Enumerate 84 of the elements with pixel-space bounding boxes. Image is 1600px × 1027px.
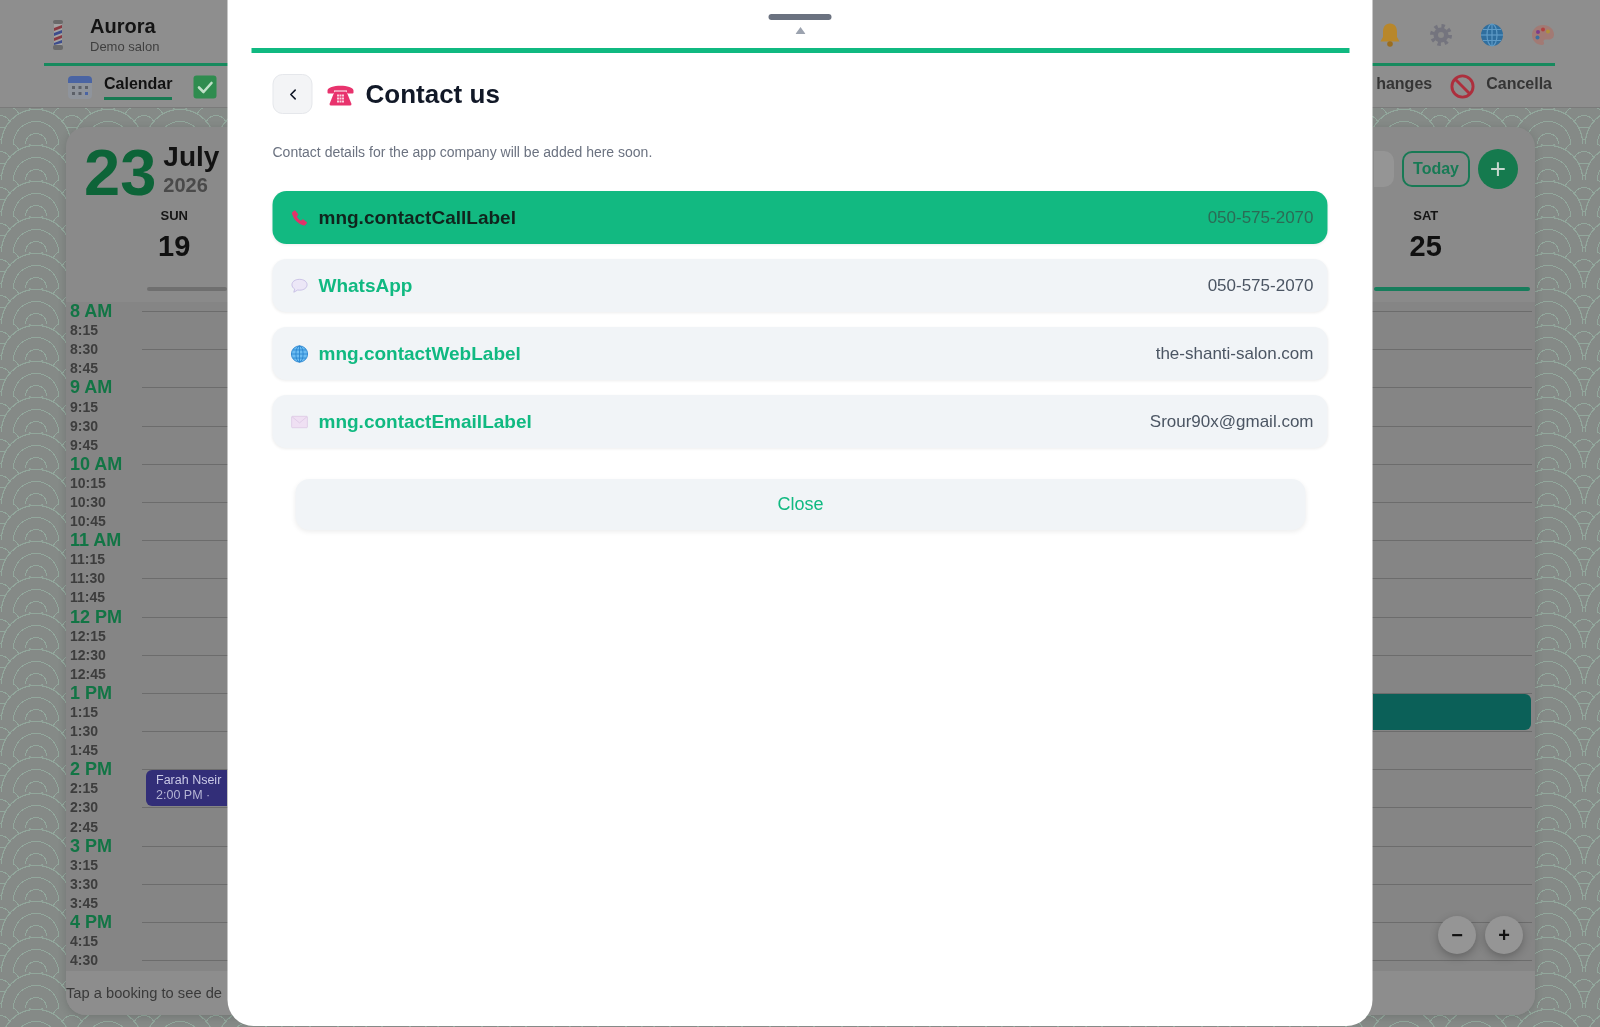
back-button[interactable] bbox=[272, 74, 313, 114]
time-label: 8:45 bbox=[69, 359, 100, 379]
time-label: 12:30 bbox=[69, 645, 107, 665]
caret-up-icon bbox=[795, 27, 805, 34]
time-label: 8:15 bbox=[69, 321, 100, 341]
time-label: 12 PM bbox=[69, 607, 124, 627]
dialog-title: Contact us bbox=[365, 78, 500, 110]
contact-value: 050-575-2070 bbox=[1207, 274, 1314, 297]
time-label: 2:15 bbox=[69, 779, 100, 799]
day-number: 23 bbox=[84, 140, 157, 205]
contact-row[interactable]: mng.contactEmailLabel Srour90x@gmail.com bbox=[272, 395, 1328, 448]
barber-pole-icon bbox=[50, 20, 66, 50]
contact-label: mng.contactWebLabel bbox=[318, 341, 521, 366]
time-label: 12:45 bbox=[69, 664, 107, 684]
year-label: 2026 bbox=[163, 174, 209, 196]
time-label: 4 PM bbox=[69, 913, 113, 933]
time-label: 3:15 bbox=[69, 855, 100, 875]
nav-tab[interactable]: hanges bbox=[1376, 73, 1433, 100]
globe-icon[interactable] bbox=[1480, 23, 1504, 47]
time-label: 9:45 bbox=[69, 435, 100, 455]
time-label: 2:30 bbox=[69, 798, 100, 818]
globe-icon bbox=[290, 344, 309, 363]
time-label: 8:30 bbox=[69, 340, 100, 360]
no-entry-icon[interactable] bbox=[1450, 74, 1476, 99]
contact-row[interactable]: mng.contactWebLabel the-shanti-salon.com bbox=[272, 327, 1328, 380]
bell-icon[interactable] bbox=[1378, 22, 1402, 48]
contact-row[interactable]: mng.contactCallLabel 050-575-2070 bbox=[272, 191, 1328, 244]
toolbar-button[interactable] bbox=[1374, 151, 1395, 187]
time-label: 10 AM bbox=[69, 454, 124, 474]
contact-value: the-shanti-salon.com bbox=[1155, 342, 1314, 365]
booking-block[interactable] bbox=[1373, 693, 1531, 730]
time-label: 4:15 bbox=[69, 932, 100, 952]
drag-handle[interactable] bbox=[768, 14, 832, 20]
time-label: 11:30 bbox=[69, 569, 107, 589]
time-label: 9:15 bbox=[69, 397, 100, 417]
time-label: 11:15 bbox=[69, 550, 107, 570]
contact-label: mng.contactEmailLabel bbox=[318, 409, 532, 434]
time-label: 3 PM bbox=[69, 836, 113, 856]
booking-name: Farah Nseir bbox=[156, 773, 222, 788]
time-label: 3:45 bbox=[69, 893, 100, 913]
time-label: 3:30 bbox=[69, 874, 100, 894]
time-label: 9:30 bbox=[69, 416, 100, 436]
contact-label: mng.contactCallLabel bbox=[318, 205, 516, 230]
time-label: 11 AM bbox=[69, 531, 123, 551]
time-label: 10:45 bbox=[69, 512, 107, 532]
time-label: 1 PM bbox=[69, 683, 113, 703]
time-label: 4:30 bbox=[69, 951, 100, 971]
booking-time: 2:00 PM · bbox=[156, 788, 211, 803]
nav-tab[interactable]: Cancella bbox=[1486, 73, 1552, 100]
time-label: 10:15 bbox=[69, 473, 107, 493]
date-number: 25 bbox=[1409, 230, 1442, 262]
time-label: 11:45 bbox=[69, 588, 107, 608]
time-label: 1:45 bbox=[69, 741, 100, 761]
time-label: 1:30 bbox=[69, 722, 100, 742]
time-label: 12:15 bbox=[69, 626, 107, 646]
contact-value: Srour90x@gmail.com bbox=[1149, 410, 1314, 433]
chevron-left-icon bbox=[289, 88, 296, 100]
brand-name: Aurora bbox=[90, 14, 157, 38]
time-label: 10:30 bbox=[69, 493, 107, 512]
time-label: 2 PM bbox=[69, 760, 113, 780]
dialog-description: Contact details for the app company will be added here soon. bbox=[272, 143, 653, 162]
phone-icon bbox=[290, 208, 309, 227]
booking-block[interactable]: Farah Nseir 2:00 PM · bbox=[146, 770, 227, 806]
check-icon[interactable] bbox=[193, 74, 218, 99]
weekday-label: SUN bbox=[160, 208, 188, 224]
weekday-label: SAT bbox=[1413, 208, 1439, 224]
palette-icon[interactable] bbox=[1531, 24, 1555, 46]
time-label: 9 AM bbox=[69, 378, 114, 398]
envelope-icon bbox=[290, 414, 309, 429]
speech-bubble-icon bbox=[290, 277, 309, 294]
contact-label: WhatsApp bbox=[318, 273, 413, 298]
nav-tab[interactable]: Calendar bbox=[104, 73, 173, 100]
contact-row[interactable]: WhatsApp 050-575-2070 bbox=[272, 259, 1328, 312]
brand-subtitle: Demo salon bbox=[90, 38, 160, 56]
settings-icon[interactable] bbox=[1429, 23, 1453, 47]
add-button[interactable]: + bbox=[1478, 149, 1518, 189]
calendar-icon[interactable] bbox=[67, 73, 93, 100]
time-label: 2:45 bbox=[69, 817, 100, 837]
date-number: 19 bbox=[158, 230, 191, 262]
month-label: July bbox=[163, 142, 220, 172]
footer-hint: Tap a booking to see de bbox=[66, 983, 222, 1003]
contact-value: 050-575-2070 bbox=[1207, 206, 1314, 229]
time-label: 8 AM bbox=[69, 302, 114, 322]
time-label: 1:15 bbox=[69, 703, 100, 722]
